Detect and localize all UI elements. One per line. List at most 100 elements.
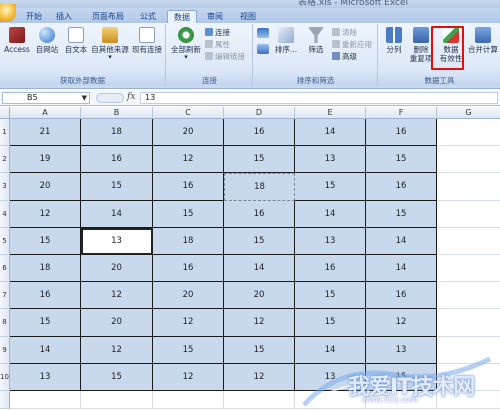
cell-b11[interactable]: [81, 391, 153, 409]
from-web-button[interactable]: 自网站: [33, 27, 61, 54]
existing-connections-button[interactable]: 现有连接: [130, 27, 164, 54]
cell-b8[interactable]: 20: [81, 309, 153, 337]
cell-g8[interactable]: [437, 309, 500, 337]
cell-a10[interactable]: 13: [10, 363, 81, 391]
cell-c10[interactable]: 12: [153, 363, 224, 391]
cell-b4[interactable]: 14: [81, 200, 153, 228]
cell-c7[interactable]: 20: [153, 282, 224, 310]
cell-f2[interactable]: 15: [366, 146, 437, 174]
cell-d1[interactable]: 16: [224, 119, 295, 147]
cell-a8[interactable]: 15: [10, 309, 81, 337]
cell-e1[interactable]: 14: [295, 119, 366, 147]
cell-g5[interactable]: [437, 227, 500, 255]
cell-e4[interactable]: 14: [295, 200, 366, 228]
cell-c2[interactable]: 12: [153, 146, 224, 174]
chevron-down-icon[interactable]: ▼: [82, 93, 87, 103]
text-to-columns-button[interactable]: 分列: [381, 27, 407, 54]
cell-f3[interactable]: 16: [366, 173, 437, 201]
cell-g4[interactable]: [437, 200, 500, 228]
cell-e8[interactable]: 15: [295, 309, 366, 337]
cell-f7[interactable]: 16: [366, 282, 437, 310]
cell-b7[interactable]: 12: [81, 282, 153, 310]
cell-d6[interactable]: 14: [224, 255, 295, 283]
cell-f4[interactable]: 15: [366, 200, 437, 228]
tab-data[interactable]: 数据: [167, 10, 197, 23]
cell-g3[interactable]: [437, 173, 500, 201]
cell-e7[interactable]: 15: [295, 282, 366, 310]
edit-links-button[interactable]: 编辑链接: [205, 52, 245, 62]
column-header-g[interactable]: G: [437, 107, 500, 119]
cell-c5[interactable]: 18: [153, 227, 224, 255]
row-header[interactable]: 1: [0, 119, 10, 147]
fx-icon[interactable]: fx: [127, 92, 135, 102]
tab-view[interactable]: 视图: [234, 10, 262, 23]
cell-c4[interactable]: 15: [153, 200, 224, 228]
tab-home[interactable]: 开始: [20, 10, 48, 23]
cell-a11[interactable]: [10, 391, 81, 409]
cell-a9[interactable]: 14: [10, 336, 81, 364]
cell-f6[interactable]: 14: [366, 255, 437, 283]
cell-d4[interactable]: 16: [224, 200, 295, 228]
cell-a5[interactable]: 15: [10, 227, 81, 255]
cell-g2[interactable]: [437, 146, 500, 174]
cell-a3[interactable]: 20: [10, 173, 81, 201]
consolidate-button[interactable]: 合并计算: [467, 27, 499, 54]
cell-b1[interactable]: 18: [81, 119, 153, 147]
properties-button[interactable]: 属性: [205, 40, 230, 50]
formula-tools-icon[interactable]: [96, 93, 124, 103]
cell-d8[interactable]: 12: [224, 309, 295, 337]
cell-c6[interactable]: 16: [153, 255, 224, 283]
cell-d3[interactable]: 18: [224, 173, 295, 201]
row-header[interactable]: 7: [0, 282, 10, 310]
cell-b2[interactable]: 16: [81, 146, 153, 174]
row-header[interactable]: 4: [0, 200, 10, 228]
row-header[interactable]: [0, 391, 10, 409]
row-header[interactable]: 10: [0, 363, 10, 391]
cell-c11[interactable]: [153, 391, 224, 409]
from-access-button[interactable]: Access: [2, 27, 32, 54]
sort-button[interactable]: 排序...: [271, 27, 301, 54]
row-header[interactable]: 3: [0, 173, 10, 201]
row-header[interactable]: 9: [0, 336, 10, 364]
cell-b3[interactable]: 15: [81, 173, 153, 201]
cell-e5[interactable]: 13: [295, 227, 366, 255]
advanced-button[interactable]: 高级: [332, 52, 357, 62]
row-header[interactable]: 2: [0, 146, 10, 174]
cell-b6[interactable]: 20: [81, 255, 153, 283]
tab-formulas[interactable]: 公式: [134, 10, 162, 23]
filter-button[interactable]: 筛选: [302, 27, 330, 54]
name-box[interactable]: B5 ▼: [2, 92, 90, 104]
reapply-button[interactable]: 重新应用: [332, 40, 372, 50]
cell-g1[interactable]: [437, 119, 500, 147]
cell-g6[interactable]: [437, 255, 500, 283]
tab-page-layout[interactable]: 页面布局: [86, 10, 130, 23]
tab-insert[interactable]: 插入: [50, 10, 78, 23]
cell-d11[interactable]: [224, 391, 295, 409]
formula-input[interactable]: 13: [140, 92, 498, 104]
clear-button[interactable]: 清除: [332, 28, 357, 38]
column-header-e[interactable]: E: [295, 107, 366, 119]
cell-a4[interactable]: 12: [10, 200, 81, 228]
column-header-b[interactable]: B: [81, 107, 153, 119]
sort-descending-button[interactable]: [256, 44, 270, 56]
cell-d2[interactable]: 15: [224, 146, 295, 174]
cell-a1[interactable]: 21: [10, 119, 81, 147]
from-text-button[interactable]: 自文本: [62, 27, 90, 54]
column-header-d[interactable]: D: [224, 107, 295, 119]
row-header[interactable]: 6: [0, 255, 10, 283]
cell-a7[interactable]: 16: [10, 282, 81, 310]
cell-c3[interactable]: 16: [153, 173, 224, 201]
column-header-a[interactable]: A: [10, 107, 81, 119]
cell-b9[interactable]: 12: [81, 336, 153, 364]
row-header[interactable]: 8: [0, 309, 10, 337]
cell-e6[interactable]: 16: [295, 255, 366, 283]
cell-g7[interactable]: [437, 282, 500, 310]
column-header-f[interactable]: F: [366, 107, 437, 119]
cell-d5[interactable]: 15: [224, 227, 295, 255]
cell-f5[interactable]: 14: [366, 227, 437, 255]
cell-e2[interactable]: 13: [295, 146, 366, 174]
select-all-corner[interactable]: [0, 107, 10, 119]
cell-f1[interactable]: 16: [366, 119, 437, 147]
from-other-sources-button[interactable]: 自其他来源 ▾: [91, 27, 129, 61]
row-header[interactable]: 5: [0, 227, 10, 255]
